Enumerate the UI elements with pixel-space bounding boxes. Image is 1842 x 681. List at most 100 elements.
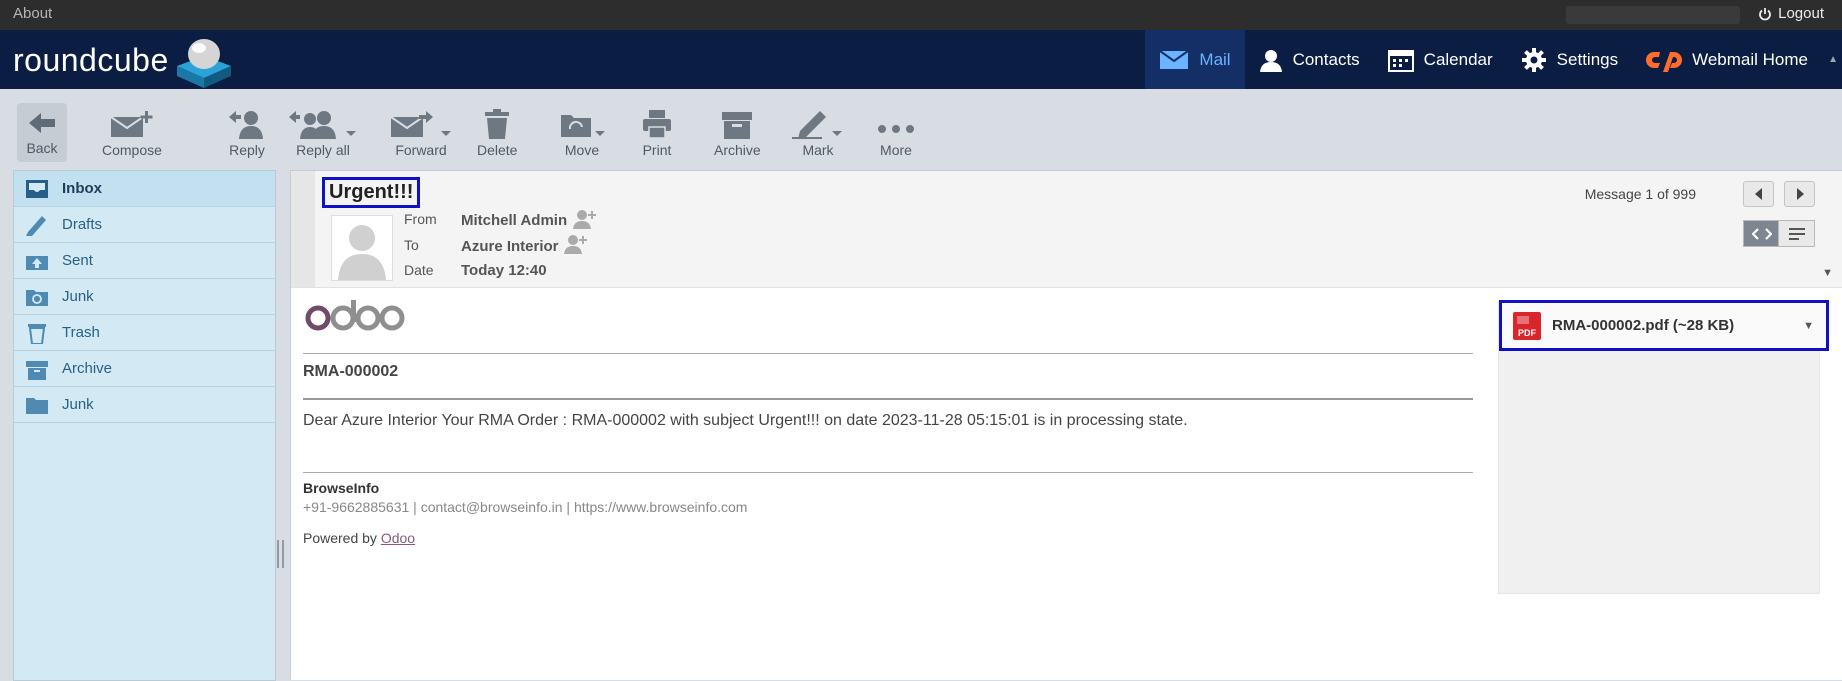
move-button[interactable]: Move xyxy=(559,109,605,158)
compose-label: Compose xyxy=(102,142,162,158)
person-silhouette-icon xyxy=(338,225,386,280)
compose-button[interactable]: Compose xyxy=(102,109,162,158)
more-button[interactable]: More xyxy=(877,109,915,158)
move-folder-icon xyxy=(561,115,605,137)
next-message-button[interactable] xyxy=(1784,181,1815,207)
attachment-menu-icon[interactable]: ▼ xyxy=(1803,320,1814,332)
delete-label: Delete xyxy=(477,142,518,158)
nav-settings[interactable]: Settings xyxy=(1507,30,1632,89)
folder-drafts[interactable]: Drafts xyxy=(14,207,275,243)
sender-avatar xyxy=(331,215,393,281)
reply-button[interactable]: Reply xyxy=(227,109,267,158)
reply-all-label: Reply all xyxy=(296,142,350,158)
folder-label: Archive xyxy=(62,360,113,377)
odoo-link[interactable]: Odoo xyxy=(381,530,415,546)
to-label: To xyxy=(404,237,419,253)
odoo-logo xyxy=(305,298,405,337)
forward-label: Forward xyxy=(395,142,447,158)
folder-list: Inbox Drafts Sent Junk Trash Archive Jun… xyxy=(13,170,276,681)
reply-all-icon xyxy=(289,111,356,139)
message-subject: Urgent!!! xyxy=(322,177,421,208)
folder-trash[interactable]: Trash xyxy=(14,315,275,351)
forward-icon xyxy=(390,111,451,137)
more-dots-icon xyxy=(878,125,914,133)
roundcube-logo[interactable]: roundcube xyxy=(13,32,239,88)
message-panel: Urgent!!! From Mitchell Admin To Azure I… xyxy=(290,170,1842,680)
caret-left-icon xyxy=(1754,188,1762,200)
add-contact-icon[interactable] xyxy=(563,234,589,257)
print-button[interactable]: Print xyxy=(642,109,672,158)
forward-button[interactable]: Forward xyxy=(389,109,453,158)
pane-splitter[interactable] xyxy=(277,540,284,568)
odoo-logo-graphic xyxy=(305,300,405,331)
pencil-icon xyxy=(26,215,46,236)
archive-button[interactable]: Archive xyxy=(714,109,761,158)
folder-junk[interactable]: Junk xyxy=(14,279,275,315)
to-value[interactable]: Azure Interior xyxy=(461,238,559,255)
message-header: Urgent!!! From Mitchell Admin To Azure I… xyxy=(291,171,1842,288)
folder-label: Drafts xyxy=(62,216,103,233)
nav-calendar-label: Calendar xyxy=(1423,49,1493,69)
folder-label: Junk xyxy=(62,396,94,413)
move-label: Move xyxy=(564,142,600,158)
blurred-area xyxy=(1566,6,1740,24)
company-contact: +91-9662885631 | contact@browseinfo.in |… xyxy=(303,499,748,515)
from-value[interactable]: Mitchell Admin xyxy=(461,212,567,229)
nav-webmail-home-label: Webmail Home xyxy=(1692,49,1808,69)
plain-text-view-button[interactable] xyxy=(1778,220,1815,247)
powered-by-text: Powered by xyxy=(303,530,381,546)
folder-inbox[interactable]: Inbox xyxy=(14,171,275,207)
power-icon xyxy=(1759,7,1771,20)
logout-button[interactable]: Logout xyxy=(1758,5,1824,22)
divider xyxy=(303,353,1473,354)
message-counter: Message 1 of 999 xyxy=(1584,186,1696,202)
nav-mail-label: Mail xyxy=(1199,49,1231,69)
attachment-item[interactable]: PDF RMA-000002.pdf (~28 KB) ▼ xyxy=(1499,300,1829,351)
mark-pencil-icon xyxy=(792,111,842,139)
reply-label: Reply xyxy=(229,142,265,158)
folder-sent[interactable]: Sent xyxy=(14,243,275,279)
app-header: roundcube Mail Contacts Calendar Setting… xyxy=(0,30,1842,89)
main-nav: Mail Contacts Calendar Settings Webmail … xyxy=(1145,30,1822,89)
nav-contacts[interactable]: Contacts xyxy=(1245,30,1374,89)
folder-junk-2[interactable]: Junk xyxy=(14,387,275,423)
powered-by: Powered by Odoo xyxy=(303,530,415,546)
reply-icon xyxy=(229,111,263,139)
add-contact-icon[interactable] xyxy=(572,209,598,232)
roundcube-logo-icon xyxy=(176,39,231,88)
nav-webmail-home[interactable]: Webmail Home xyxy=(1632,30,1822,89)
divider xyxy=(303,398,1473,400)
archive-icon xyxy=(722,112,753,139)
html-view-button[interactable] xyxy=(1743,220,1780,247)
from-label: From xyxy=(404,211,437,227)
date-label: Date xyxy=(404,262,434,278)
nav-mail[interactable]: Mail xyxy=(1145,30,1245,89)
print-label: Print xyxy=(642,142,672,158)
trash-icon xyxy=(485,109,510,139)
collapse-header-icon[interactable]: ▲ xyxy=(1828,54,1838,65)
mark-label: Mark xyxy=(802,142,834,158)
calendar-icon xyxy=(1387,49,1414,72)
folder-label: Junk xyxy=(62,288,94,305)
folder-archive[interactable]: Archive xyxy=(14,351,275,387)
nav-calendar[interactable]: Calendar xyxy=(1374,30,1507,89)
previous-message-button[interactable] xyxy=(1743,181,1774,207)
gear-icon xyxy=(1521,47,1546,72)
back-button[interactable]: Back xyxy=(17,103,67,162)
code-icon xyxy=(1751,227,1772,240)
headers-toggle-icon[interactable]: ▼ xyxy=(1822,267,1833,279)
mail-icon xyxy=(1159,49,1189,69)
junk-icon xyxy=(26,289,48,306)
logo-text: roundcube xyxy=(13,41,169,78)
archive-icon xyxy=(26,360,48,380)
nav-contacts-label: Contacts xyxy=(1292,49,1360,69)
trash-icon xyxy=(28,323,46,344)
delete-button[interactable]: Delete xyxy=(477,109,517,158)
reply-all-button[interactable]: Reply all xyxy=(288,109,358,158)
message-toolbar: Back Compose Reply Reply all Forward Del… xyxy=(0,89,1842,165)
contacts-icon xyxy=(1259,49,1282,72)
about-link[interactable]: About xyxy=(13,5,52,22)
more-label: More xyxy=(880,142,912,158)
logout-label: Logout xyxy=(1778,5,1824,22)
mark-button[interactable]: Mark xyxy=(792,109,844,158)
